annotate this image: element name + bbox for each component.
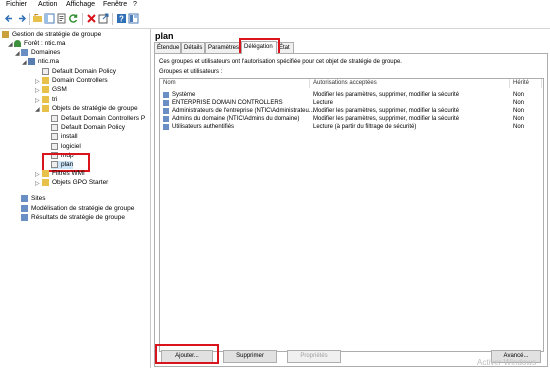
modeling-icon: [21, 205, 28, 212]
menu-bar: Fichier Action Affichage Fenêtre ?: [0, 0, 550, 10]
domain-icon: [28, 58, 35, 65]
forward-arrow-icon[interactable]: [16, 13, 27, 24]
remove-button[interactable]: Supprimer: [223, 350, 277, 363]
ou-icon: [42, 86, 49, 93]
collapse-arrow-icon[interactable]: ◢: [22, 59, 27, 66]
activation-watermark: Activer Windows: [477, 358, 537, 367]
back-arrow-icon[interactable]: [4, 13, 15, 24]
tree-results[interactable]: Résultats de stratégie de groupe: [21, 214, 125, 222]
tree-modeling[interactable]: Modélisation de stratégie de groupe: [21, 205, 134, 213]
up-folder-icon[interactable]: [32, 13, 43, 24]
show-hide-tree-icon[interactable]: [44, 13, 55, 24]
tree-sites[interactable]: Sites: [21, 195, 45, 203]
expand-arrow-icon[interactable]: ▷: [35, 78, 40, 85]
permissions-table[interactable]: Nom Autorisations acceptées Hérité Systè…: [159, 78, 544, 352]
tree-forest[interactable]: Forêt : ntic.ma: [14, 40, 66, 48]
tree-item-domain-controllers[interactable]: Domain Controllers: [42, 77, 108, 85]
expand-arrow-icon[interactable]: ▷: [35, 97, 40, 104]
collapse-arrow-icon[interactable]: ◢: [15, 50, 20, 57]
description-text: Ces groupes et utilisateurs ont l'autori…: [159, 59, 402, 65]
tree-root[interactable]: Gestion de stratégie de groupe: [2, 31, 101, 39]
column-header-permissions[interactable]: Autorisations acceptées: [310, 79, 510, 88]
gpmc-icon: [2, 31, 9, 38]
tree-gpo-item[interactable]: logiciel: [51, 143, 81, 151]
menu-fichier[interactable]: Fichier: [6, 1, 27, 8]
help-icon[interactable]: ?: [116, 13, 127, 24]
tree-item-gpo-folder[interactable]: Objets de stratégie de groupe: [42, 105, 138, 113]
menu-affichage[interactable]: Affichage: [66, 1, 95, 8]
table-row[interactable]: ENTERPRISE DOMAIN CONTROLLERS Lecture No…: [160, 99, 543, 107]
group-icon: [163, 116, 169, 122]
tree-item-gsm[interactable]: GSM: [42, 86, 67, 94]
details-pane: plan Étendue Détails Paramètres Délégati…: [151, 29, 550, 368]
sites-icon: [21, 195, 28, 202]
menu-help[interactable]: ?: [133, 1, 137, 8]
gpo-link-icon: [42, 68, 49, 75]
highlight-box-add: [155, 344, 219, 364]
svg-text:?: ?: [119, 15, 124, 24]
delete-icon[interactable]: [86, 13, 97, 24]
expand-arrow-icon[interactable]: ▷: [35, 87, 40, 94]
properties-icon[interactable]: [56, 13, 67, 24]
forest-icon: [14, 40, 21, 47]
expand-arrow-icon[interactable]: ▷: [35, 180, 40, 187]
table-row[interactable]: Administrateurs de l'entreprise (NTIC\Ad…: [160, 107, 543, 115]
tree-item-tri[interactable]: tri: [42, 96, 57, 104]
expand-arrow-icon[interactable]: ▷: [35, 171, 40, 178]
delegation-panel: Ces groupes et utilisateurs ont l'autori…: [154, 53, 548, 367]
gpo-icon: [51, 143, 58, 150]
domains-icon: [21, 49, 28, 56]
folder-icon: [42, 179, 49, 186]
collapse-arrow-icon[interactable]: ◢: [35, 106, 40, 113]
group-icon: [163, 108, 169, 114]
gpo-icon: [51, 133, 58, 140]
export-icon[interactable]: [98, 13, 109, 24]
gpo-icon: [51, 124, 58, 131]
tree-gpo-item[interactable]: install: [51, 133, 78, 141]
tree-domain-ntic[interactable]: ntic.ma: [28, 58, 59, 66]
mmc-icon[interactable]: [128, 13, 139, 24]
table-row[interactable]: Système Modifier les paramètres, supprim…: [160, 91, 543, 99]
menu-action[interactable]: Action: [38, 1, 57, 8]
collapse-arrow-icon[interactable]: ◢: [8, 41, 13, 48]
toolbar: ?: [0, 10, 550, 29]
gpo-icon: [51, 115, 58, 122]
group-icon: [163, 100, 169, 106]
table-row[interactable]: Utilisateurs authentifiés Lecture (à par…: [160, 123, 543, 131]
table-row[interactable]: Admins du domaine (NTIC\Admins du domain…: [160, 115, 543, 123]
results-icon: [21, 214, 28, 221]
tree-item-default-domain-policy[interactable]: Default Domain Policy: [42, 68, 116, 76]
page-title: plan: [155, 31, 174, 41]
tree-gpo-item[interactable]: Default Domain Controllers P: [51, 115, 145, 123]
folder-icon: [42, 170, 49, 177]
navigation-tree: Gestion de stratégie de groupe ◢ Forêt :…: [0, 29, 151, 368]
group-icon: [163, 124, 169, 130]
group-icon: [163, 92, 169, 98]
menu-fenetre[interactable]: Fenêtre: [103, 1, 127, 8]
properties-button[interactable]: Propriétés: [287, 350, 341, 363]
tree-wmi-filters[interactable]: Filtres WMI: [42, 170, 85, 178]
tree-gpo-item[interactable]: Default Domain Policy: [51, 124, 125, 132]
refresh-icon[interactable]: [68, 13, 79, 24]
tree-domains[interactable]: Domaines: [21, 49, 60, 57]
groups-label: Groupes et utilisateurs :: [159, 69, 223, 75]
column-header-name[interactable]: Nom: [160, 79, 310, 88]
ou-icon: [42, 96, 49, 103]
ou-icon: [42, 77, 49, 84]
folder-icon: [42, 105, 49, 112]
tree-starter-gpos[interactable]: Objets GPO Starter: [42, 179, 108, 187]
tab-delegation[interactable]: Délégation: [241, 41, 277, 54]
column-header-inherited[interactable]: Hérité: [510, 79, 542, 88]
